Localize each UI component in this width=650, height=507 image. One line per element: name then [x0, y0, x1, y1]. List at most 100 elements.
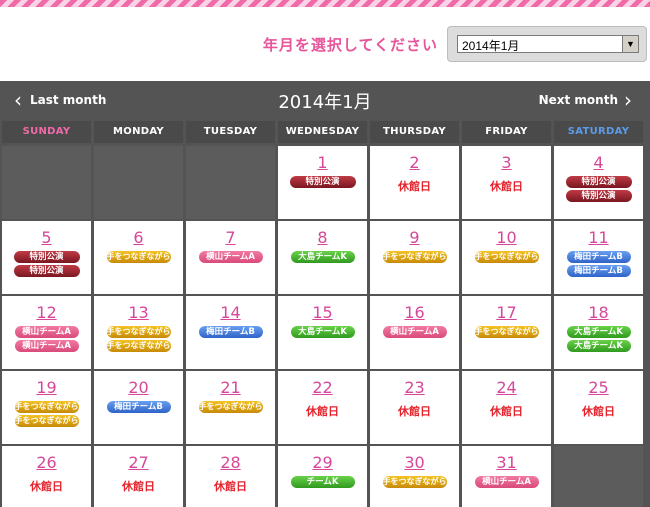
day-cell-23: 23 休館日: [370, 371, 459, 444]
weekday-friday: FRIDAY: [462, 121, 551, 143]
event-list: 梅田チームB: [186, 326, 275, 338]
day-number-link[interactable]: 27: [94, 454, 183, 472]
event-badge[interactable]: 大島チームK: [290, 326, 355, 338]
day-number-link[interactable]: 19: [2, 379, 91, 397]
day-number-link[interactable]: 5: [2, 229, 91, 247]
event-badge[interactable]: 手をつなぎながら: [198, 401, 263, 413]
weekday-monday: MONDAY: [94, 121, 183, 143]
event-badge[interactable]: 大島チームK: [566, 340, 631, 352]
day-cell-22: 22 休館日: [278, 371, 367, 444]
event-list: 手をつなぎながら 手をつなぎながら: [94, 326, 183, 352]
day-number-link[interactable]: 4: [554, 154, 643, 172]
event-badge[interactable]: 手をつなぎながら: [382, 476, 447, 488]
closed-label: 休館日: [490, 405, 523, 418]
day-cell-27: 27 休館日: [94, 446, 183, 507]
next-month-label: Next month: [538, 93, 618, 107]
event-badge[interactable]: チームK: [290, 476, 355, 488]
event-list: 横山チームA: [370, 326, 459, 338]
day-cell-30: 30 手をつなぎながら: [370, 446, 459, 507]
event-badge[interactable]: 特別公演: [565, 176, 632, 188]
day-number-link[interactable]: 23: [370, 379, 459, 397]
event-badge[interactable]: 横山チームA: [14, 326, 79, 338]
event-badge[interactable]: 横山チームA: [382, 326, 447, 338]
day-number-link[interactable]: 9: [370, 229, 459, 247]
day-number-link[interactable]: 13: [94, 304, 183, 322]
day-number-link[interactable]: 14: [186, 304, 275, 322]
event-badge[interactable]: 特別公演: [289, 176, 356, 188]
day-number-link[interactable]: 25: [554, 379, 643, 397]
month-select-value: 2014年1月: [462, 39, 520, 53]
day-number-link[interactable]: 2: [370, 154, 459, 172]
event-list: 横山チームA 横山チームA: [2, 326, 91, 352]
event-badge[interactable]: 横山チームA: [14, 340, 79, 352]
month-selector-label: 年月を選択してください: [262, 36, 438, 54]
closed-label: 休館日: [122, 480, 155, 493]
day-number-link[interactable]: 24: [462, 379, 551, 397]
day-number-link[interactable]: 1: [278, 154, 367, 172]
weekday-saturday: SATURDAY: [554, 121, 643, 143]
event-badge[interactable]: 特別公演: [13, 251, 80, 263]
day-number-link[interactable]: 30: [370, 454, 459, 472]
event-badge[interactable]: 手をつなぎながら: [382, 251, 447, 263]
event-badge[interactable]: 手をつなぎながら: [106, 340, 171, 352]
day-number-link[interactable]: 8: [278, 229, 367, 247]
day-number-link[interactable]: 10: [462, 229, 551, 247]
next-month-button[interactable]: Next month ›: [538, 90, 632, 111]
weekday-header: SUNDAY MONDAY TUESDAY WEDNESDAY THURSDAY FRID…: [0, 121, 650, 143]
day-number-link[interactable]: 26: [2, 454, 91, 472]
event-badge[interactable]: 手をつなぎながら: [474, 251, 539, 263]
event-list: 手をつなぎながら: [94, 251, 183, 263]
event-badge[interactable]: 手をつなぎながら: [106, 251, 171, 263]
event-badge[interactable]: 横山チームA: [474, 476, 539, 488]
event-badge[interactable]: 大島チームK: [566, 326, 631, 338]
closed-label: 休館日: [30, 480, 63, 493]
day-number-link[interactable]: 22: [278, 379, 367, 397]
day-cell-11: 11 梅田チームB 梅田チームB: [554, 221, 643, 294]
calendar-header: ‹ Last month 2014年1月 Next month ›: [0, 81, 650, 121]
day-number-link[interactable]: 11: [554, 229, 643, 247]
event-badge[interactable]: 横山チームA: [198, 251, 263, 263]
event-list: 手をつなぎながら: [186, 401, 275, 413]
event-badge[interactable]: 梅田チームB: [106, 401, 171, 413]
event-badge[interactable]: 手をつなぎながら: [106, 326, 171, 338]
event-list: 特別公演 特別公演: [554, 176, 643, 202]
day-number-link[interactable]: 12: [2, 304, 91, 322]
event-badge[interactable]: 梅田チームB: [566, 265, 631, 277]
day-number-link[interactable]: 15: [278, 304, 367, 322]
day-number-link[interactable]: 18: [554, 304, 643, 322]
closed-label: 休館日: [398, 180, 431, 193]
event-list: チームK: [278, 476, 367, 488]
event-badge[interactable]: 特別公演: [565, 190, 632, 202]
day-number-link[interactable]: 17: [462, 304, 551, 322]
day-number-link[interactable]: 16: [370, 304, 459, 322]
event-badge[interactable]: 手をつなぎながら: [14, 401, 79, 413]
event-badge[interactable]: 梅田チームB: [566, 251, 631, 263]
day-number-link[interactable]: 29: [278, 454, 367, 472]
event-badge[interactable]: 手をつなぎながら: [474, 326, 539, 338]
day-number-link[interactable]: 6: [94, 229, 183, 247]
event-badge[interactable]: 特別公演: [13, 265, 80, 277]
chevron-down-icon[interactable]: ▼: [622, 36, 638, 52]
event-badge[interactable]: 梅田チームB: [198, 326, 263, 338]
empty-day-cell: [2, 146, 91, 219]
day-number-link[interactable]: 21: [186, 379, 275, 397]
day-number-link[interactable]: 3: [462, 154, 551, 172]
day-cell-7: 7 横山チームA: [186, 221, 275, 294]
weekday-tuesday: TUESDAY: [186, 121, 275, 143]
day-number-link[interactable]: 28: [186, 454, 275, 472]
day-number-link[interactable]: 7: [186, 229, 275, 247]
day-cell-6: 6 手をつなぎながら: [94, 221, 183, 294]
day-cell-5: 5 特別公演 特別公演: [2, 221, 91, 294]
day-number-link[interactable]: 31: [462, 454, 551, 472]
event-list: 特別公演: [278, 176, 367, 188]
day-number-link[interactable]: 20: [94, 379, 183, 397]
day-cell-24: 24 休館日: [462, 371, 551, 444]
top-stripe: [0, 0, 650, 7]
month-select[interactable]: 2014年1月 ▼: [457, 35, 639, 53]
event-badge[interactable]: 手をつなぎながら: [14, 415, 79, 427]
event-badge[interactable]: 大島チームK: [290, 251, 355, 263]
day-cell-18: 18 大島チームK 大島チームK: [554, 296, 643, 369]
event-list: 横山チームA: [462, 476, 551, 488]
closed-label: 休館日: [582, 405, 615, 418]
closed-label: 休館日: [490, 180, 523, 193]
